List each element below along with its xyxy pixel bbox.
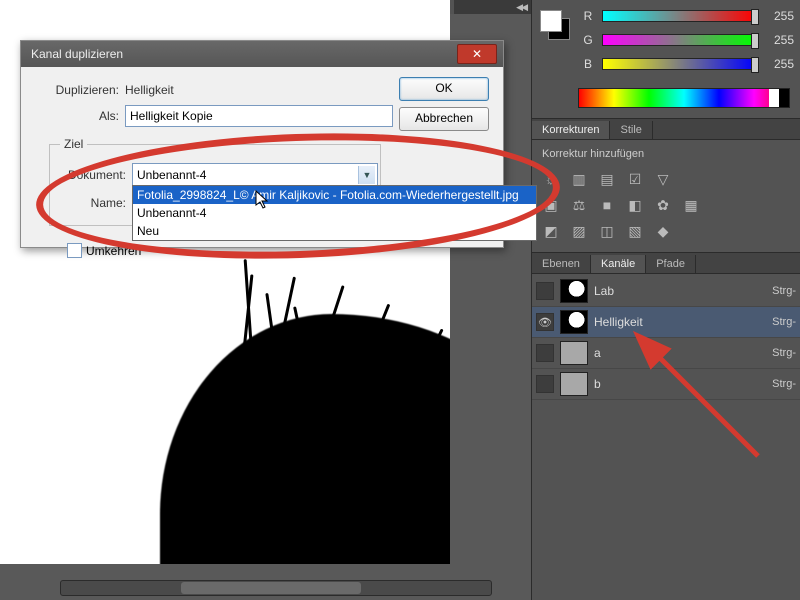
adjustment-icon[interactable]: ◧ xyxy=(626,196,644,214)
channel-name: Lab xyxy=(594,284,766,298)
as-input[interactable] xyxy=(125,105,393,127)
ok-button[interactable]: OK xyxy=(399,77,489,101)
visibility-toggle[interactable] xyxy=(536,375,554,393)
color-spectrum[interactable] xyxy=(578,88,790,108)
duplicate-label: Duplizieren: xyxy=(33,83,119,97)
adjustment-icon[interactable]: ◩ xyxy=(542,222,560,240)
dialog-close-button[interactable]: ✕ xyxy=(457,44,497,64)
duplicate-channel-dialog: Kanal duplizieren ✕ OK Abbrechen Duplizi… xyxy=(20,40,504,248)
channel-row[interactable]: Lab Strg- xyxy=(532,276,800,307)
color-panel: R 255 G 255 B 255 xyxy=(532,0,800,134)
channel-row[interactable]: b Strg- xyxy=(532,369,800,400)
color-slider-value: 255 xyxy=(764,57,794,71)
color-slider-value: 255 xyxy=(764,33,794,47)
cancel-button[interactable]: Abbrechen xyxy=(399,107,489,131)
color-slider-g[interactable]: G 255 xyxy=(582,28,794,52)
document-dropdown[interactable]: Fotolia_2998824_L© Amir Kaljikovic - Fot… xyxy=(132,185,537,241)
visibility-toggle[interactable] xyxy=(536,282,554,300)
channel-row[interactable]: 👁 Helligkeit Strg- xyxy=(532,307,800,338)
channel-thumbnail[interactable] xyxy=(560,341,588,365)
invert-label: Umkehren xyxy=(86,244,141,258)
channel-thumbnail[interactable] xyxy=(560,279,588,303)
slider-track[interactable] xyxy=(602,58,756,70)
adjustment-icon[interactable]: ✿ xyxy=(654,196,672,214)
panel-collapse-icon[interactable]: ◀◀ xyxy=(516,2,526,13)
document-label: Dokument: xyxy=(60,168,126,182)
fg-bg-swatch[interactable] xyxy=(538,8,572,42)
channel-thumbnail[interactable] xyxy=(560,310,588,334)
document-combobox-value: Unbenannt-4 xyxy=(137,168,206,182)
adjustment-icon[interactable]: ◫ xyxy=(598,222,616,240)
as-label: Als: xyxy=(33,109,119,123)
adjustment-icon[interactable]: ⚖ xyxy=(570,196,588,214)
document-combobox[interactable]: Unbenannt-4 ▼ xyxy=(132,163,378,187)
tab-ebenen[interactable]: Ebenen xyxy=(532,255,591,273)
channel-name: Helligkeit xyxy=(594,315,766,329)
chevron-down-icon[interactable]: ▼ xyxy=(358,166,375,184)
tab-stile[interactable]: Stile xyxy=(610,121,652,139)
adjustment-icon[interactable]: ▦ xyxy=(682,196,700,214)
color-slider-label: G xyxy=(582,33,594,47)
adjustment-icon[interactable]: ☼ xyxy=(542,170,560,188)
dropdown-item[interactable]: Unbenannt-4 xyxy=(133,204,536,222)
channel-shortcut: Strg- xyxy=(772,285,796,297)
color-slider-label: B xyxy=(582,57,594,71)
name-label: Name: xyxy=(60,196,126,210)
visibility-toggle[interactable] xyxy=(536,344,554,362)
tab-kanaele[interactable]: Kanäle xyxy=(591,255,646,273)
adjustment-icon[interactable]: ☑ xyxy=(626,170,644,188)
visibility-toggle[interactable]: 👁 xyxy=(536,313,554,331)
channel-row[interactable]: a Strg- xyxy=(532,338,800,369)
adjustment-icon[interactable]: ◆ xyxy=(654,222,672,240)
color-slider-r[interactable]: R 255 xyxy=(582,4,794,28)
channels-panel: Ebenen Kanäle Pfade Lab Strg- 👁 Helligkeit S… xyxy=(532,252,800,600)
adjustments-title: Korrektur hinzufügen xyxy=(542,148,790,160)
slider-track[interactable] xyxy=(602,10,756,22)
adjustment-icon[interactable]: ▽ xyxy=(654,170,672,188)
channel-shortcut: Strg- xyxy=(772,378,796,390)
slider-thumb[interactable] xyxy=(751,33,759,49)
adjustments-panel: Korrekturen Stile Korrektur hinzufügen ☼… xyxy=(532,118,800,247)
slider-thumb[interactable] xyxy=(751,9,759,25)
slider-thumb[interactable] xyxy=(751,57,759,73)
invert-checkbox[interactable] xyxy=(67,243,82,258)
channel-shortcut: Strg- xyxy=(772,316,796,328)
color-slider-label: R xyxy=(582,9,594,23)
dropdown-item[interactable]: Neu xyxy=(133,222,536,240)
color-slider-b[interactable]: B 255 xyxy=(582,52,794,76)
destination-group: Ziel Dokument: Unbenannt-4 ▼ Fotolia_299… xyxy=(49,137,381,226)
adjustment-icon[interactable]: ▨ xyxy=(570,222,588,240)
tab-korrekturen[interactable]: Korrekturen xyxy=(532,121,610,139)
adjustment-icon[interactable]: ▣ xyxy=(542,196,560,214)
adjustment-icon[interactable]: ▥ xyxy=(570,170,588,188)
channel-thumbnail[interactable] xyxy=(560,372,588,396)
channel-shortcut: Strg- xyxy=(772,347,796,359)
adjustment-icon[interactable]: ■ xyxy=(598,196,616,214)
canvas-h-scrollbar-thumb[interactable] xyxy=(181,582,361,594)
fg-color-swatch[interactable] xyxy=(540,10,562,32)
adjustment-icon[interactable]: ▤ xyxy=(598,170,616,188)
channel-name: b xyxy=(594,377,766,391)
color-slider-value: 255 xyxy=(764,9,794,23)
dropdown-item[interactable]: Fotolia_2998824_L© Amir Kaljikovic - Fot… xyxy=(133,186,536,204)
adjustment-icon[interactable]: ▧ xyxy=(626,222,644,240)
destination-legend: Ziel xyxy=(60,137,87,151)
canvas-h-scrollbar[interactable] xyxy=(60,580,492,596)
slider-track[interactable] xyxy=(602,34,756,46)
dialog-title: Kanal duplizieren xyxy=(31,47,123,61)
channel-name: a xyxy=(594,346,766,360)
duplicate-source-name: Helligkeit xyxy=(125,83,174,97)
tab-pfade[interactable]: Pfade xyxy=(646,255,696,273)
